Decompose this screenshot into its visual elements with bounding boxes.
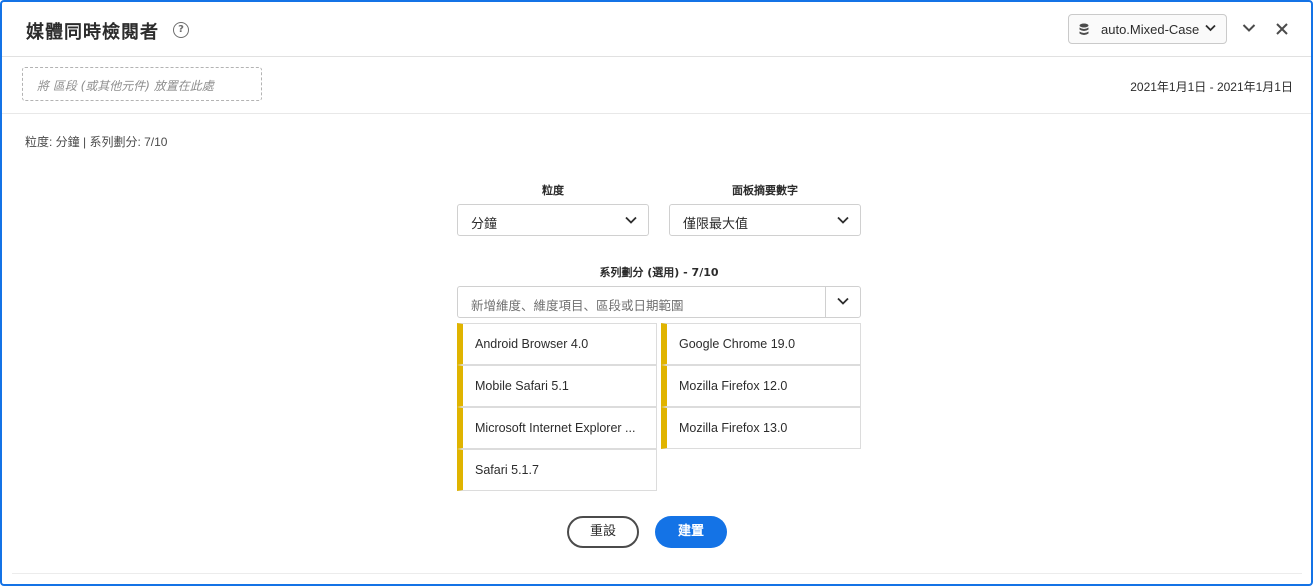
breakdown-input[interactable]: 新增維度、維度項目、區段或日期範圍 bbox=[471, 295, 684, 314]
chevron-down-icon bbox=[625, 216, 637, 224]
breakdown-label: 系列劃分 (選用) - 7/10 bbox=[599, 266, 719, 279]
divider bbox=[2, 113, 1311, 114]
divider bbox=[12, 573, 1302, 574]
breakdown-item-label: Mobile Safari 5.1 bbox=[475, 379, 569, 393]
viewer-panel: 媒體同時檢閱者 ? auto.Mixed-Case 將 區段 (或其他元件) 放… bbox=[0, 0, 1313, 586]
granularity-value: 分鐘 bbox=[471, 217, 498, 232]
reset-button[interactable]: 重設 bbox=[567, 516, 639, 548]
datasource-picker[interactable]: auto.Mixed-Case bbox=[1068, 14, 1227, 44]
breakdown-item[interactable]: Mobile Safari 5.1 bbox=[457, 365, 657, 407]
segment-dropzone[interactable]: 將 區段 (或其他元件) 放置在此處 bbox=[22, 67, 262, 101]
breakdown-item-label: Google Chrome 19.0 bbox=[679, 337, 796, 351]
chevron-down-icon bbox=[1205, 24, 1216, 32]
help-circle-icon[interactable]: ? bbox=[173, 22, 189, 38]
dropzone-placeholder: 將 區段 (或其他元件) 放置在此處 bbox=[37, 79, 214, 93]
granularity-label: 粒度 bbox=[542, 184, 564, 197]
breakdown-item-label: Safari 5.1.7 bbox=[475, 463, 539, 477]
breakdown-item[interactable]: Android Browser 4.0 bbox=[457, 323, 657, 365]
collapse-chevron-icon[interactable] bbox=[1242, 23, 1256, 33]
breakdown-item-label: Microsoft Internet Explorer ... bbox=[475, 421, 636, 435]
breakdown-item[interactable]: Safari 5.1.7 bbox=[457, 449, 657, 491]
datasource-label: auto.Mixed-Case bbox=[1101, 22, 1200, 37]
breakdown-dropdown-button[interactable] bbox=[825, 287, 860, 317]
date-range[interactable]: 2021年1月1日 - 2021年1月1日 bbox=[1130, 78, 1293, 95]
breakdown-item[interactable]: Google Chrome 19.0 bbox=[661, 323, 861, 365]
panel-summary-label: 面板摘要數字 bbox=[732, 184, 798, 197]
breakdown-combobox[interactable]: 新增維度、維度項目、區段或日期範圍 bbox=[457, 286, 861, 318]
breakdown-item[interactable]: Microsoft Internet Explorer ... bbox=[457, 407, 657, 449]
build-button[interactable]: 建置 bbox=[655, 516, 727, 548]
breakdown-item-label: Mozilla Firefox 13.0 bbox=[679, 421, 788, 435]
panel-summary-select[interactable]: 僅限最大值 bbox=[669, 204, 861, 236]
close-icon[interactable] bbox=[1275, 22, 1289, 36]
settings-summary: 粒度: 分鐘 | 系列劃分: 7/10 bbox=[25, 135, 168, 149]
breakdown-item[interactable]: Mozilla Firefox 12.0 bbox=[661, 365, 861, 407]
breakdown-item-label: Android Browser 4.0 bbox=[475, 337, 589, 351]
chevron-down-icon bbox=[837, 297, 849, 305]
panel-summary-value: 僅限最大值 bbox=[683, 217, 749, 232]
chevron-down-icon bbox=[837, 216, 849, 224]
breakdown-item-label: Mozilla Firefox 12.0 bbox=[679, 379, 788, 393]
panel-title: 媒體同時檢閱者 bbox=[26, 22, 159, 43]
breakdown-item[interactable]: Mozilla Firefox 13.0 bbox=[661, 407, 861, 449]
granularity-select[interactable]: 分鐘 bbox=[457, 204, 649, 236]
panel-header: 媒體同時檢閱者 ? auto.Mixed-Case bbox=[2, 2, 1311, 57]
database-icon bbox=[1079, 23, 1089, 35]
